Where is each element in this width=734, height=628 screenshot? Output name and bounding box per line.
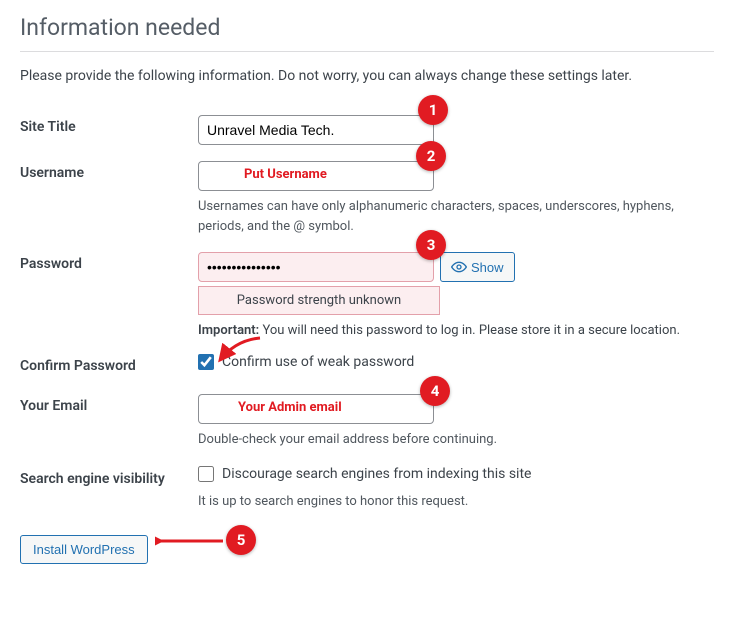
site-title-input[interactable] — [198, 115, 434, 145]
password-label: Password — [20, 244, 198, 346]
divider — [20, 51, 714, 52]
confirm-weak-password-checkbox[interactable] — [198, 354, 214, 370]
sev-checkbox-text: Discourage search engines from indexing … — [222, 466, 531, 482]
site-title-label: Site Title — [20, 107, 198, 153]
annotation-badge-2: 2 — [416, 141, 446, 171]
arrow-icon — [155, 531, 225, 551]
password-strength: Password strength unknown — [198, 286, 440, 315]
confirm-weak-password-label[interactable]: Confirm use of weak password — [198, 354, 414, 370]
email-label: Your Email — [20, 386, 198, 458]
install-wordpress-button[interactable]: Install WordPress — [20, 535, 148, 564]
page-title: Information needed — [20, 14, 714, 41]
sev-hint: It is up to search engines to honor this… — [198, 492, 704, 512]
email-input[interactable] — [198, 394, 434, 424]
sev-checkbox[interactable] — [198, 466, 214, 482]
sev-label: Search engine visibility — [20, 458, 198, 520]
confirm-password-label: Confirm Password — [20, 346, 198, 386]
email-hint: Double-check your email address before c… — [198, 430, 704, 450]
show-password-button[interactable]: Show — [440, 252, 515, 282]
username-input[interactable] — [198, 161, 434, 191]
eye-icon — [451, 259, 467, 275]
username-hint: Usernames can have only alphanumeric cha… — [198, 197, 704, 236]
annotation-badge-1: 1 — [418, 95, 448, 125]
important-text: You will need this password to log in. P… — [259, 323, 680, 338]
sev-checkbox-label[interactable]: Discourage search engines from indexing … — [198, 466, 531, 482]
install-form: Site Title 1 Username Put Username 2 Use… — [20, 107, 714, 519]
username-label: Username — [20, 153, 198, 244]
password-important: Important: You will need this password t… — [198, 323, 704, 338]
show-password-label: Show — [471, 260, 504, 275]
annotation-badge-3: 3 — [416, 230, 446, 260]
password-input[interactable] — [198, 252, 434, 282]
important-label: Important: — [198, 323, 259, 338]
confirm-weak-password-text: Confirm use of weak password — [222, 354, 414, 370]
intro-text: Please provide the following information… — [20, 66, 714, 87]
annotation-badge-5: 5 — [226, 525, 256, 555]
annotation-badge-4: 4 — [420, 376, 450, 406]
